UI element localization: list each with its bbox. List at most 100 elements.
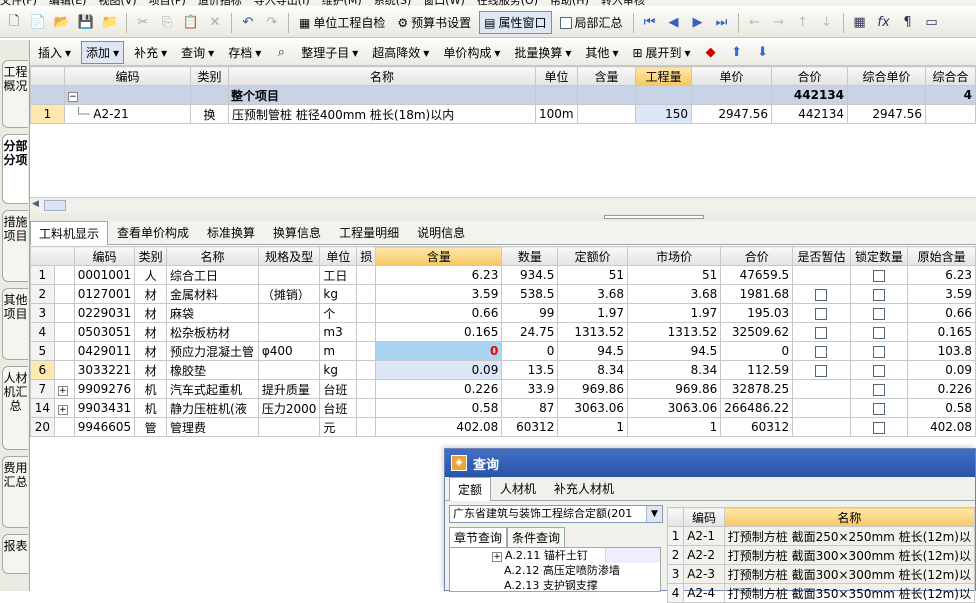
- splitter-grip[interactable]: [604, 215, 704, 219]
- menu-item[interactable]: 导入导出(I): [254, 0, 310, 6]
- left-tab[interactable]: 其他项目: [2, 288, 28, 360]
- paragraph-icon[interactable]: ¶: [898, 13, 918, 33]
- resource-market-price[interactable]: 1: [626, 417, 722, 437]
- table-row[interactable]: 3 A2-3 打预制方桩 截面300×300mm 桩长(12m)以: [666, 564, 976, 584]
- lock-checkbox[interactable]: [872, 383, 885, 396]
- table-row[interactable]: 7 +9909276 机汽车式起重机 提升质量 台班 0.226 33.9 969.86 969…: [30, 379, 976, 399]
- fill-color-icon[interactable]: ◆: [701, 43, 721, 63]
- col-header[interactable]: 原始含量: [907, 246, 976, 266]
- col-header[interactable]: 含量: [577, 66, 636, 86]
- lock-checkbox[interactable]: [872, 421, 885, 434]
- tree-node[interactable]: A.2.13 支护钢支撑: [450, 578, 660, 591]
- detail-tab[interactable]: 标准换算: [198, 220, 264, 244]
- col-header[interactable]: 类别: [134, 246, 168, 266]
- col-header[interactable]: 损: [356, 246, 377, 266]
- local-summary-checkbox[interactable]: [559, 16, 572, 29]
- col-header[interactable]: 编码: [64, 66, 191, 86]
- menu-item[interactable]: 视图(V): [98, 0, 136, 6]
- new-icon[interactable]: 📄: [28, 13, 48, 33]
- col-header[interactable]: 含量: [375, 246, 503, 266]
- corner-cell[interactable]: [666, 507, 685, 527]
- table-row[interactable]: 5 0429011 材预应力混凝土管 φ400 m 0 0 94.5 94.5 0 103.8: [30, 341, 976, 361]
- col-header[interactable]: 名称: [228, 66, 536, 86]
- last-icon[interactable]: ⏭: [712, 13, 732, 33]
- col-header[interactable]: 合价: [720, 246, 794, 266]
- open-icon[interactable]: 📂: [52, 13, 72, 33]
- resource-content[interactable]: 402.08: [375, 417, 503, 437]
- table-row[interactable]: 2 A2-2 打预制方桩 截面300×300mm 桩长(12m)以: [666, 545, 976, 565]
- col-header[interactable]: 名称: [166, 246, 259, 266]
- arrow-left-icon[interactable]: ←: [745, 13, 765, 33]
- delete-icon[interactable]: ✕: [205, 13, 225, 33]
- dialog-tab[interactable]: 定额: [449, 477, 492, 501]
- move-down-icon[interactable]: ⬇: [753, 43, 773, 63]
- menu-item[interactable]: 帮助(H): [550, 0, 589, 6]
- super-high-button[interactable]: 超高降效 ▾: [368, 42, 433, 63]
- corner-cell[interactable]: [30, 246, 75, 266]
- dialog-tab[interactable]: 人材机: [491, 476, 545, 500]
- detail-tab[interactable]: 工程量明细: [330, 220, 408, 244]
- binoculars-icon[interactable]: ⌕: [271, 43, 291, 63]
- resource-market-price[interactable]: 3063.06: [626, 398, 722, 418]
- arrow-right-icon[interactable]: →: [769, 13, 789, 33]
- archive-button[interactable]: 存档 ▾: [224, 42, 265, 63]
- table-row[interactable]: 1 0001001 人综合工日 工日 6.23 934.5 51 51 47659.5 6.23: [30, 265, 976, 285]
- resource-content[interactable]: 0.226: [375, 379, 503, 399]
- col-header[interactable]: 单位: [319, 246, 358, 266]
- table-row[interactable]: 4 0503051 材松杂板枋材 m3 0.165 24.75 1313.52 1313.52…: [30, 322, 976, 342]
- col-header[interactable]: 是否暂估: [792, 246, 851, 266]
- detail-tab[interactable]: 说明信息: [408, 220, 474, 244]
- lock-checkbox[interactable]: [872, 288, 885, 301]
- resource-market-price[interactable]: 8.34: [626, 360, 722, 380]
- other-button[interactable]: 其他 ▾: [581, 42, 622, 63]
- subtab-condition[interactable]: 条件查询: [507, 527, 566, 548]
- estimate-checkbox[interactable]: [815, 364, 828, 377]
- new-file-icon[interactable]: 🗋: [4, 13, 24, 33]
- table-row[interactable]: 3 0229031 材麻袋个 0.66 99 1.97 1.97 195.03 0.66: [30, 303, 976, 323]
- col-header[interactable]: 编码: [683, 507, 725, 527]
- arrow-up-icon[interactable]: ↑: [793, 13, 813, 33]
- menu-item[interactable]: 在线服务(O): [477, 0, 538, 6]
- paste-icon[interactable]: 📋: [181, 13, 201, 33]
- calculator-icon[interactable]: ▦: [850, 13, 870, 33]
- cut-icon[interactable]: ✂: [133, 13, 153, 33]
- table-row[interactable]: 6 3033221 材橡胶垫 kg 0.09 13.5 8.34 8.34 112.59 0.09: [30, 360, 976, 380]
- scroll-up-icon[interactable]: ▲: [660, 552, 661, 561]
- budget-settings-button[interactable]: ⚙ 预算书设置: [393, 12, 475, 33]
- resource-content[interactable]: 3.59: [375, 284, 503, 304]
- expand-icon[interactable]: +: [57, 386, 68, 396]
- insert-button[interactable]: 插入 ▾: [34, 42, 75, 63]
- lock-checkbox[interactable]: [872, 345, 885, 358]
- resource-market-price[interactable]: 51: [626, 265, 722, 285]
- resource-content[interactable]: 6.23: [375, 265, 503, 285]
- dialog-tab[interactable]: 补充人材机: [545, 476, 623, 500]
- table-row[interactable]: 4 A2-4 打预制方桩 截面350×350mm 桩长(12m)以: [666, 583, 976, 603]
- table-row[interactable]: 14 +9903431 机静力压桩机(液 压力2000 台班 0.58 87 3063.06 3…: [30, 398, 976, 418]
- menu-item[interactable]: 造价指标: [198, 0, 242, 6]
- batch-convert-button[interactable]: 批量换算 ▾: [510, 42, 575, 63]
- col-header[interactable]: 规格及型: [257, 246, 321, 266]
- collapse-icon[interactable]: −: [68, 92, 78, 102]
- left-tab[interactable]: 人材机汇总: [2, 366, 28, 450]
- lock-checkbox[interactable]: [872, 402, 885, 415]
- resource-market-price[interactable]: 94.5: [626, 341, 722, 361]
- item-qty[interactable]: 150: [635, 104, 692, 124]
- menu-item[interactable]: 转入审核: [601, 0, 645, 6]
- organize-button[interactable]: 整理子目 ▾: [297, 42, 362, 63]
- property-window-button[interactable]: ▤ 属性窗口: [479, 11, 552, 34]
- detail-tab[interactable]: 工料机显示: [30, 221, 109, 245]
- resource-content[interactable]: 0.09: [375, 360, 503, 380]
- estimate-checkbox[interactable]: [815, 288, 828, 301]
- chevron-down-icon[interactable]: ▼: [646, 506, 662, 522]
- tree-scrollbar[interactable]: ▲: [605, 548, 660, 563]
- col-header[interactable]: 锁定数量: [849, 246, 909, 266]
- lock-checkbox[interactable]: [872, 307, 885, 320]
- self-check-button[interactable]: ▦ 单位工程自检: [295, 12, 389, 33]
- redo-icon[interactable]: ↷: [262, 13, 282, 33]
- tree-node[interactable]: A.2.12 高压定喷防渗墙: [450, 563, 660, 578]
- save-icon[interactable]: 💾: [76, 13, 96, 33]
- left-tab[interactable]: 报表: [2, 534, 28, 574]
- horizontal-scrollbar[interactable]: ◀: [30, 197, 976, 213]
- col-header[interactable]: 定额价: [557, 246, 628, 266]
- left-tab[interactable]: 工程概况: [2, 60, 28, 128]
